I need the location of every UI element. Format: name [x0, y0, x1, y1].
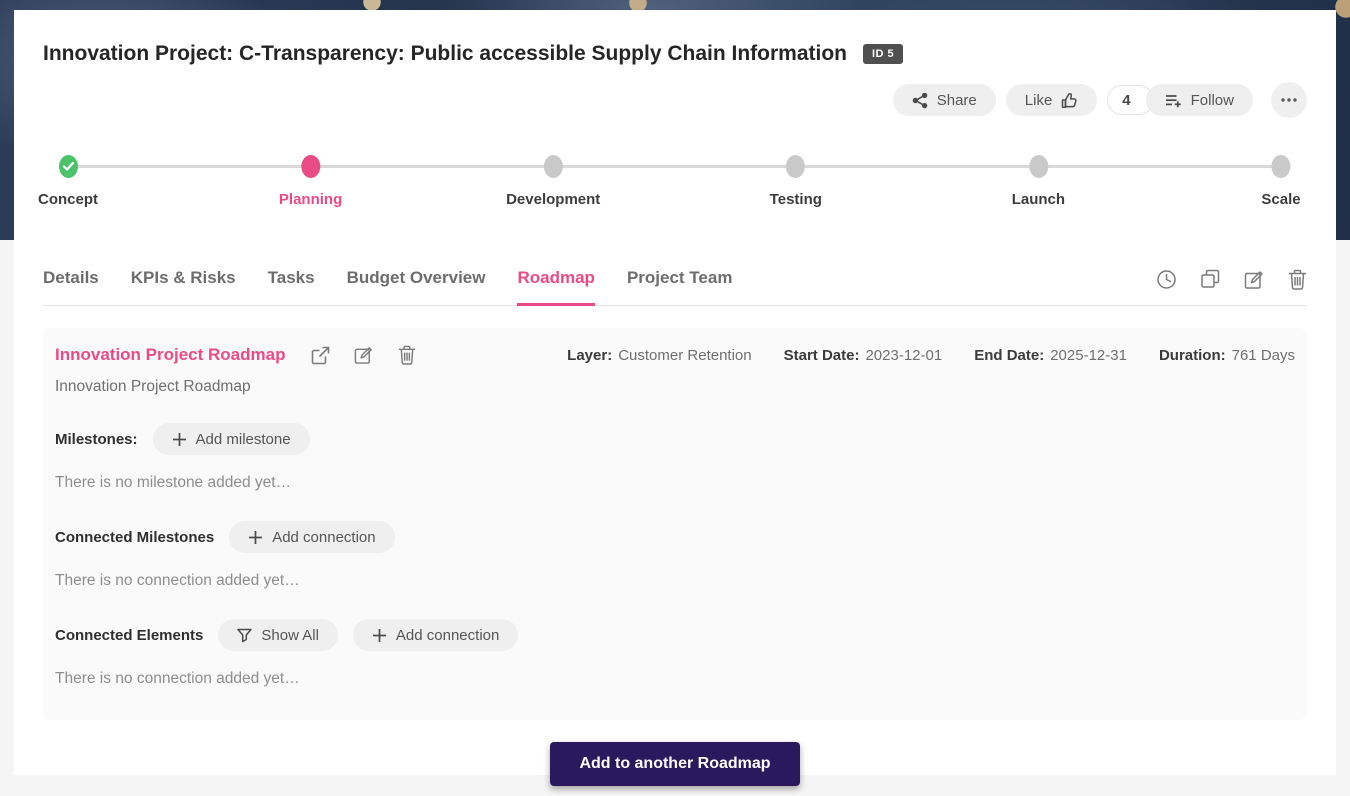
stepper-step-scale[interactable]: Scale [1261, 154, 1300, 208]
add-to-roadmap-button[interactable]: Add to another Roadmap [550, 742, 799, 786]
add-element-connection-button[interactable]: Add connection [353, 619, 518, 651]
tab-roadmap[interactable]: Roadmap [517, 268, 594, 305]
tab-budget-overview[interactable]: Budget Overview [347, 268, 486, 305]
stepper-step-launch[interactable]: Launch [1012, 154, 1065, 208]
connected-milestones-empty-text: There is no connection added yet… [55, 572, 1295, 590]
stepper-label: Concept [38, 191, 98, 208]
connected-elements-section: Connected Elements Show All Add connecti… [55, 619, 1295, 651]
upcoming-dot [1029, 155, 1048, 178]
add-milestone-button[interactable]: Add milestone [153, 423, 310, 455]
history-button[interactable] [1156, 269, 1177, 290]
plus-icon [248, 530, 263, 545]
roadmap-card: Innovation Project Roadmap Layer: Custom… [43, 328, 1307, 720]
tab-toolbar [1156, 269, 1307, 290]
meta-duration: Duration: 761 Days [1159, 347, 1295, 364]
footer-row: Add to another Roadmap [43, 742, 1307, 786]
stepper-label: Development [506, 191, 600, 208]
add-milestone-connection-button[interactable]: Add connection [229, 521, 394, 553]
share-icon [912, 92, 928, 109]
stepper-step-testing[interactable]: Testing [770, 154, 822, 208]
connected-milestones-label: Connected Milestones [55, 529, 214, 546]
meta-end-date: End Date: 2025-12-31 [974, 347, 1127, 364]
page-title: Innovation Project: C-Transparency: Publ… [43, 42, 847, 66]
show-all-button[interactable]: Show All [218, 619, 338, 651]
open-roadmap-button[interactable] [311, 346, 330, 365]
roadmap-title-actions [311, 345, 416, 365]
follow-button-label: Follow [1191, 92, 1234, 109]
upcoming-dot [544, 155, 563, 178]
actions-row: Share Like 4 Follow [43, 82, 1307, 118]
edit-button[interactable] [1244, 269, 1265, 290]
roadmap-card-header: Innovation Project Roadmap Layer: Custom… [55, 345, 1295, 365]
meta-layer: Layer: Customer Retention [567, 347, 751, 364]
copy-icon [1200, 269, 1221, 290]
follow-plus-icon [1165, 93, 1182, 108]
connected-milestones-section: Connected Milestones Add connection [55, 521, 1295, 553]
like-button[interactable]: Like [1006, 84, 1098, 116]
external-link-icon [311, 346, 330, 365]
ellipsis-icon [1280, 97, 1298, 103]
stepper-step-concept[interactable]: Concept [38, 154, 98, 208]
upcoming-dot [786, 155, 805, 178]
follow-button[interactable]: Follow [1146, 84, 1253, 116]
active-dot [301, 155, 320, 178]
milestones-empty-text: There is no milestone added yet… [55, 474, 1295, 492]
stepper-step-planning[interactable]: Planning [279, 154, 342, 208]
copy-button[interactable] [1200, 269, 1221, 290]
edit-icon [1244, 269, 1265, 290]
upcoming-dot [1271, 155, 1290, 178]
meta-start-date: Start Date: 2023-12-01 [784, 347, 943, 364]
roadmap-title[interactable]: Innovation Project Roadmap [55, 345, 285, 365]
stepper-label: Testing [770, 191, 822, 208]
add-milestone-label: Add milestone [196, 431, 291, 448]
filter-icon [237, 628, 252, 643]
tab-bar: Details KPIs & Risks Tasks Budget Overvi… [43, 268, 1307, 306]
delete-button[interactable] [1288, 269, 1307, 290]
more-options-button[interactable] [1271, 82, 1307, 118]
phase-stepper: Concept Planning Development Testing Lau… [68, 154, 1281, 228]
share-button-label: Share [937, 92, 977, 109]
main-panel: Innovation Project: C-Transparency: Publ… [14, 10, 1336, 775]
delete-roadmap-button[interactable] [398, 345, 416, 365]
tab-tasks[interactable]: Tasks [268, 268, 315, 305]
stepper-label: Planning [279, 191, 342, 208]
stepper-line [68, 165, 1281, 168]
stepper-step-development[interactable]: Development [506, 154, 600, 208]
trash-icon [398, 345, 416, 365]
milestones-section: Milestones: Add milestone [55, 423, 1295, 455]
history-icon [1156, 269, 1177, 290]
share-button[interactable]: Share [893, 84, 996, 116]
tab-details[interactable]: Details [43, 268, 99, 305]
like-button-label: Like [1025, 92, 1053, 109]
tab-project-team[interactable]: Project Team [627, 268, 733, 305]
title-row: Innovation Project: C-Transparency: Publ… [43, 42, 1307, 66]
trash-icon [1288, 269, 1307, 290]
add-connection-label: Add connection [396, 627, 499, 644]
connected-elements-empty-text: There is no connection added yet… [55, 670, 1295, 688]
milestones-label: Milestones: [55, 431, 138, 448]
tab-kpis-risks[interactable]: KPIs & Risks [131, 268, 236, 305]
stepper-label: Scale [1261, 191, 1300, 208]
edit-icon [354, 345, 374, 365]
add-connection-label: Add connection [272, 529, 375, 546]
connected-elements-label: Connected Elements [55, 627, 203, 644]
check-icon [59, 155, 78, 178]
show-all-label: Show All [261, 627, 319, 644]
edit-roadmap-button[interactable] [354, 345, 374, 365]
roadmap-subtitle: Innovation Project Roadmap [55, 378, 1295, 396]
roadmap-meta: Layer: Customer Retention Start Date: 20… [567, 347, 1295, 364]
stepper-label: Launch [1012, 191, 1065, 208]
plus-icon [372, 628, 387, 643]
thumbs-up-icon [1061, 92, 1078, 109]
id-badge: ID 5 [863, 44, 903, 64]
plus-icon [172, 432, 187, 447]
